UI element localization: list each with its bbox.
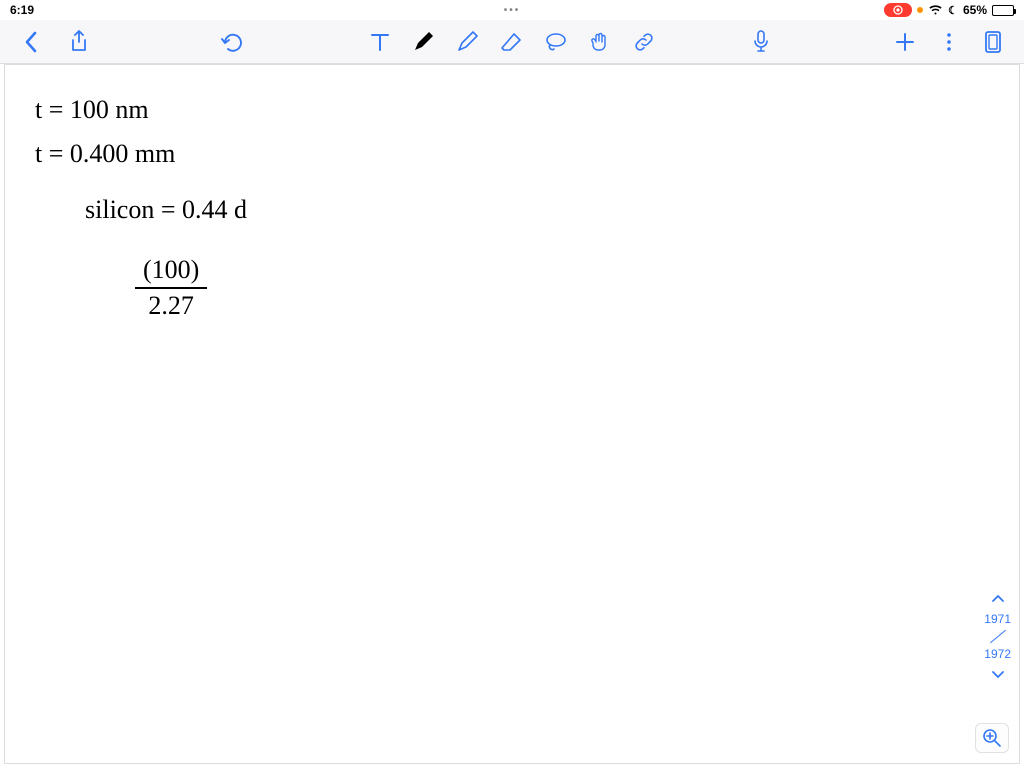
lasso-tool[interactable]: [543, 29, 569, 55]
status-bar: 6:19 ••• ☾ 65%: [0, 0, 1024, 20]
fraction-numerator: (100): [135, 255, 207, 287]
handwriting-fraction: (100) 2.27: [135, 255, 207, 321]
status-time: 6:19: [10, 3, 34, 17]
more-button[interactable]: [936, 29, 962, 55]
zoom-in-button[interactable]: [975, 723, 1009, 753]
lasso-tool-icon: [544, 31, 568, 53]
note-canvas-frame: t = 100 nm t = 0.400 mm silicon = 0.44 d…: [4, 64, 1020, 764]
attachment-tool[interactable]: [631, 29, 657, 55]
status-grabber: •••: [504, 5, 521, 16]
handwriting-line-3: silicon = 0.44 d: [85, 195, 247, 225]
eraser-tool-icon: [500, 31, 524, 53]
do-not-disturb-icon: ☾: [948, 4, 958, 17]
more-vertical-icon: [946, 31, 952, 53]
zoom-in-icon: [982, 728, 1002, 748]
back-button[interactable]: [18, 29, 44, 55]
link-tool-icon: [633, 31, 655, 53]
text-tool[interactable]: [367, 29, 393, 55]
page-next-number[interactable]: 1972: [984, 647, 1011, 661]
chevron-down-icon: [991, 670, 1005, 680]
eraser-tool[interactable]: [499, 29, 525, 55]
undo-button[interactable]: [220, 29, 246, 55]
pages-icon: [983, 30, 1003, 54]
page-divider-icon: [990, 630, 1006, 644]
screen-record-indicator[interactable]: [884, 3, 912, 17]
handwriting-line-2: t = 0.400 mm: [35, 139, 175, 169]
mic-in-use-dot-icon: [917, 7, 923, 13]
pages-button[interactable]: [980, 29, 1006, 55]
mic-icon: [752, 30, 770, 54]
page-next-button[interactable]: [991, 667, 1005, 683]
chevron-left-icon: [24, 31, 38, 53]
chevron-up-icon: [991, 593, 1005, 603]
shape-tool[interactable]: [587, 29, 613, 55]
pen-tool[interactable]: [455, 29, 481, 55]
hand-tool-icon: [589, 31, 611, 53]
note-canvas[interactable]: t = 100 nm t = 0.400 mm silicon = 0.44 d…: [5, 65, 1019, 763]
page-navigator: 1971 1972: [984, 590, 1011, 683]
plus-icon: [894, 31, 916, 53]
page-current[interactable]: 1971: [984, 612, 1011, 626]
marker-tool[interactable]: [411, 29, 437, 55]
add-button[interactable]: [892, 29, 918, 55]
app-toolbar: [0, 20, 1024, 64]
status-left: 6:19: [10, 3, 34, 17]
share-icon: [69, 30, 89, 54]
record-icon: [892, 4, 904, 16]
status-right: ☾ 65%: [884, 3, 1014, 17]
share-button[interactable]: [66, 29, 92, 55]
tool-picker: [367, 29, 657, 55]
page-prev-button[interactable]: [991, 590, 1005, 606]
wifi-icon: [928, 5, 943, 16]
pen-tool-icon: [456, 31, 480, 53]
battery-percent: 65%: [963, 3, 987, 17]
battery-icon: [992, 5, 1014, 16]
marker-tool-icon: [412, 31, 436, 53]
mic-button[interactable]: [748, 29, 774, 55]
handwriting-line-1: t = 100 nm: [35, 95, 149, 125]
fraction-denominator: 2.27: [140, 289, 202, 321]
undo-icon: [220, 32, 246, 52]
text-tool-icon: [369, 31, 391, 53]
